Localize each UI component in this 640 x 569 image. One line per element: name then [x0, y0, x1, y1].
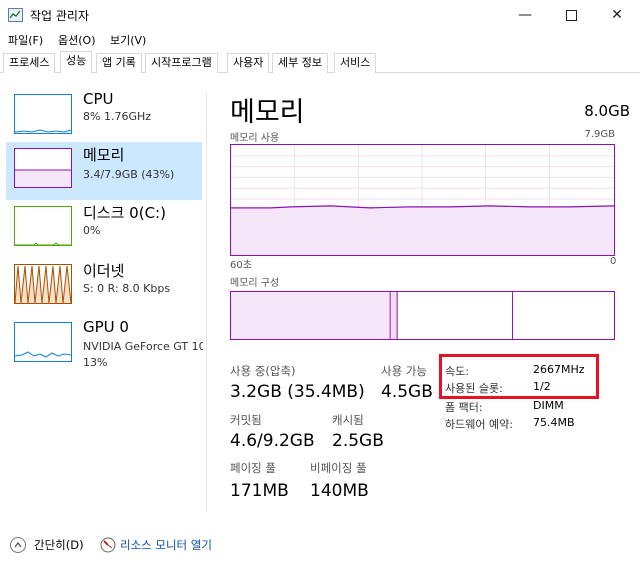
hardware-reserved-value: 75.4MB: [533, 416, 575, 429]
menu-bar: 파일(F) 옵션(O) 보기(V): [0, 30, 640, 50]
sidebar-item-sub: 3.4/7.9GB (43%): [83, 168, 175, 181]
menu-file[interactable]: 파일(F): [8, 32, 43, 48]
total-memory: 8.0GB: [584, 102, 630, 120]
sidebar-item-title: CPU: [83, 90, 114, 108]
sidebar-item-cpu[interactable]: CPU 8% 1.76GHz: [6, 88, 202, 146]
cached-value: 2.5GB: [332, 431, 384, 451]
sidebar-item-memory[interactable]: 메모리 3.4/7.9GB (43%): [6, 142, 202, 200]
memory-usage-label: 메모리 사용: [230, 133, 280, 144]
gpu-thumbnail: [14, 322, 72, 362]
form-factor-label: 폼 팩터:: [445, 401, 483, 414]
close-icon[interactable]: ✕: [594, 0, 640, 30]
tab-details[interactable]: 세부 정보: [272, 53, 328, 73]
sidebar-item-title: 메모리: [83, 146, 125, 164]
tab-users[interactable]: 사용자: [227, 53, 270, 73]
nonpaged-pool-label: 비페이징 풀: [310, 461, 367, 475]
chevron-up-icon[interactable]: [10, 537, 26, 553]
footer: 간단히(D) 리소스 모니터 열기: [0, 522, 640, 569]
menu-view[interactable]: 보기(V): [110, 32, 146, 48]
memory-composition-label: 메모리 구성: [230, 278, 280, 289]
graph-axis-right: 0: [610, 256, 617, 267]
highlight-box: [439, 354, 599, 399]
tab-services[interactable]: 서비스: [334, 53, 377, 73]
committed-label: 커밋됨: [230, 413, 262, 427]
graph-axis-left: 60초: [230, 260, 252, 271]
memory-composition-bar: [230, 291, 615, 340]
sidebar-item-title: GPU 0: [83, 318, 129, 336]
maximize-icon[interactable]: [548, 0, 594, 30]
tab-startup[interactable]: 시작프로그램: [145, 53, 218, 73]
sidebar-divider: [206, 92, 207, 512]
task-manager-icon: [8, 8, 23, 22]
tab-app-history[interactable]: 앱 기록: [96, 53, 142, 73]
nonpaged-pool-value: 140MB: [310, 481, 369, 501]
minimize-icon[interactable]: —: [502, 0, 548, 30]
sidebar-item-sub: 8% 1.76GHz: [83, 110, 152, 123]
fewer-details-link[interactable]: 간단히(D): [34, 537, 84, 553]
ethernet-thumbnail: [14, 264, 72, 304]
sidebar-item-title: 이더넷: [83, 262, 125, 280]
sidebar-item-sub: S: 0 R: 8.0 Kbps: [83, 282, 171, 295]
sidebar-item-disk[interactable]: 디스크 0(C:) 0%: [6, 200, 202, 258]
resource-monitor-link[interactable]: 리소스 모니터 열기: [120, 537, 212, 553]
cached-label: 캐시됨: [332, 413, 364, 427]
form-factor-value: DIMM: [533, 399, 564, 412]
window-title: 작업 관리자: [30, 9, 90, 23]
tab-bar: 프로세스 성능 앱 기록 시작프로그램 사용자 세부 정보 서비스: [0, 51, 640, 74]
tab-performance[interactable]: 성능: [60, 51, 93, 74]
memory-usage-graph: [230, 144, 615, 256]
page-title: 메모리: [230, 97, 305, 128]
available-value: 4.5GB: [381, 382, 433, 402]
in-use-value: 3.2GB (35.4MB): [230, 382, 365, 402]
committed-value: 4.6/9.2GB: [230, 431, 315, 451]
tab-processes[interactable]: 프로세스: [3, 53, 56, 73]
sidebar-item-title: 디스크 0(C:): [83, 204, 166, 222]
sidebar-item-ethernet[interactable]: 이더넷 S: 0 R: 8.0 Kbps: [6, 258, 202, 316]
memory-panel: 메모리 8.0GB 메모리 사용 7.9GB 60초 0 메모리 구성 사용 중…: [216, 74, 640, 522]
sidebar-item-gpu[interactable]: GPU 0 NVIDIA GeForce GT 1030 13%: [6, 316, 203, 378]
memory-usage-max: 7.9GB: [584, 129, 615, 140]
menu-options[interactable]: 옵션(O): [58, 32, 95, 48]
available-label: 사용 가능: [381, 364, 427, 378]
sidebar-item-sub2: 13%: [83, 356, 108, 369]
hardware-reserved-label: 하드웨어 예약:: [445, 418, 513, 431]
memory-thumbnail: [14, 148, 72, 188]
sidebar-item-sub: NVIDIA GeForce GT 1030: [83, 340, 203, 353]
cpu-thumbnail: [14, 94, 72, 134]
performance-sidebar: CPU 8% 1.76GHz 메모리 3.4/7.9GB (43%) 디스크 0…: [0, 74, 206, 522]
paged-pool-label: 페이징 풀: [230, 461, 276, 475]
paged-pool-value: 171MB: [230, 481, 289, 501]
in-use-label: 사용 중(압축): [230, 364, 296, 378]
sidebar-item-sub: 0%: [83, 224, 101, 237]
disk-thumbnail: [14, 206, 72, 246]
title-bar: 작업 관리자 — ✕: [0, 0, 640, 30]
resource-monitor-icon[interactable]: [100, 537, 116, 553]
